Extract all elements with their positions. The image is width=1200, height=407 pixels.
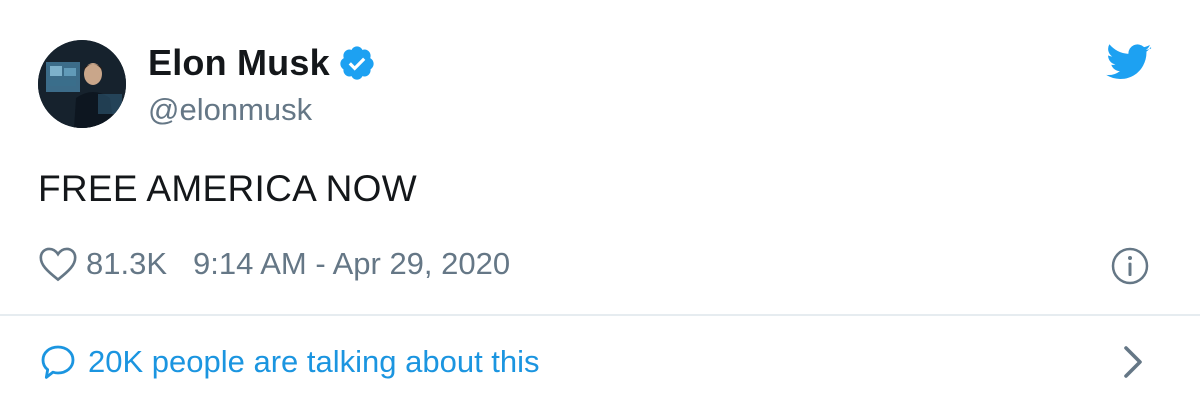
embedded-tweet-card: Elon Musk @elonmusk FREE AMERICA NOW 81.… (0, 0, 1200, 407)
avatar[interactable] (38, 40, 126, 128)
tweet-meta-row: 81.3K 9:14 AM - Apr 29, 2020 (38, 244, 510, 284)
tweet-text: FREE AMERICA NOW (38, 168, 417, 209)
divider (0, 314, 1200, 316)
like-count[interactable]: 81.3K (86, 246, 167, 282)
tweet-timestamp[interactable]: 9:14 AM - Apr 29, 2020 (193, 246, 510, 282)
info-icon[interactable] (1110, 246, 1150, 286)
user-name-row: Elon Musk (148, 42, 376, 84)
conversation-link-text[interactable]: 20K people are talking about this (88, 344, 540, 380)
chevron-right-icon[interactable] (1120, 344, 1146, 380)
verified-badge-icon (338, 44, 376, 82)
display-name[interactable]: Elon Musk (148, 42, 330, 84)
heart-icon[interactable] (38, 246, 78, 282)
user-handle[interactable]: @elonmusk (148, 92, 312, 128)
avatar-photo (38, 40, 126, 128)
twitter-bird-icon[interactable] (1106, 44, 1152, 82)
speech-bubble-icon (38, 342, 78, 382)
conversation-link[interactable]: 20K people are talking about this (38, 340, 540, 384)
